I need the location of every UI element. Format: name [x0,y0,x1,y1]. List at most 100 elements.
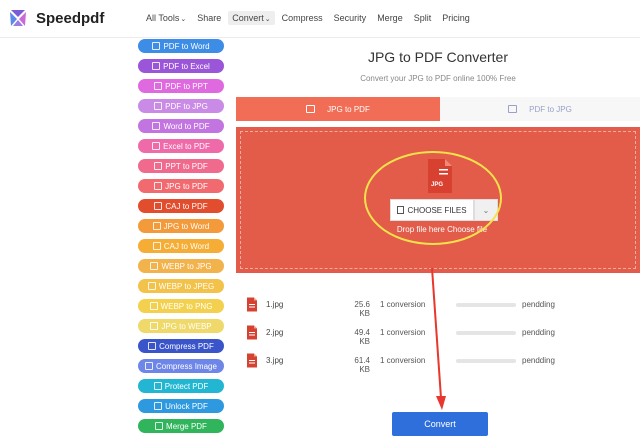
tool-icon [147,282,156,290]
sidebar-item-ppt-to-pdf[interactable]: PPT to PDF [138,159,224,173]
sidebar-item-compress-pdf[interactable]: Compress PDF [138,339,224,353]
sidebar-item-webp-to-jpeg[interactable]: WEBP to JPEG [138,279,224,293]
tool-icon [152,242,161,250]
file-size: 25.6 KB [354,300,370,318]
sidebar-item-merge-pdf[interactable]: Merge PDF [138,419,224,433]
tab-label: PDF to JPG [529,104,572,114]
file-row: 1.jpg 25.6 KB 1 conversion pendding [246,297,640,318]
nav-item-security[interactable]: Security [330,11,371,25]
nav-item-merge[interactable]: Merge [373,11,407,25]
choose-source-dropdown[interactable]: ⌄ [474,199,498,221]
file-row: 3.jpg 61.4 KB 1 conversion pendding [246,353,640,374]
sidebar-item-jpg-to-pdf[interactable]: JPG to PDF [138,179,224,193]
sidebar-item-label: CAJ to Word [163,241,210,251]
tool-icon [152,42,161,50]
choose-files-button[interactable]: CHOOSE FILES [390,199,474,221]
convert-label: Convert [424,419,456,429]
sidebar-item-label: CAJ to PDF [165,201,208,211]
nav-item-label: Merge [377,13,403,23]
file-badge: JPG [431,182,443,188]
sidebar-item-label: Unlock PDF [165,401,208,411]
speedpdf-logo-icon [10,10,26,26]
image-icon [508,105,518,113]
nav-item-pricing[interactable]: Pricing [438,11,474,25]
file-name: 2.jpg [266,328,284,337]
chevron-down-icon: ⌄ [264,16,271,23]
tab-pdf-to-jpg[interactable]: PDF to JPG [440,97,640,121]
brand-name: Speedpdf [36,9,105,27]
convert-button[interactable]: Convert [392,412,488,436]
pdf-file-icon [247,353,257,368]
file-row: 2.jpg 49.4 KB 1 conversion pendding [246,325,640,346]
file-status: pendding [522,300,555,309]
top-header: Speedpdf All Tools⌄ Share Convert⌄ Compress… [0,0,640,38]
file-conversions: 1 conversion [380,300,426,309]
sidebar-item-caj-to-pdf[interactable]: CAJ to PDF [138,199,224,213]
pdf-file-icon [247,325,257,340]
chevron-down-icon: ⌄ [180,16,187,23]
sidebar-item-pdf-to-excel[interactable]: PDF to Excel [138,59,224,73]
nav-item-compress[interactable]: Compress [278,11,327,25]
brand-logo[interactable]: Speedpdf [8,8,104,28]
progress-bar [456,303,516,307]
sidebar-item-protect-pdf[interactable]: Protect PDF [138,379,224,393]
tool-icon [154,402,163,410]
sidebar-item-label: Protect PDF [164,381,209,391]
sidebar-item-pdf-to-ppt[interactable]: PDF to PPT [138,79,224,93]
pdf-file-icon [247,297,257,312]
nav-item-label: All Tools [146,13,180,23]
nav-item-label: Security [333,13,367,23]
sidebar-item-unlock-pdf[interactable]: Unlock PDF [138,399,224,413]
sidebar-item-pdf-to-word[interactable]: PDF to Word [138,39,224,53]
document-icon [397,206,405,214]
sidebar-item-label: WEBP to PNG [160,301,213,311]
tool-icon [154,202,163,210]
tool-icon [154,82,163,90]
choose-files-label: CHOOSE FILES [407,205,467,215]
sidebar-item-webp-to-png[interactable]: WEBP to PNG [138,299,224,313]
tool-icon [145,362,154,370]
drop-hint: Drop file here Choose file [396,225,488,234]
tool-icon [152,222,161,230]
chevron-down-icon: ⌄ [482,205,490,215]
sidebar-item-compress-image[interactable]: Compress Image [138,359,224,373]
arrow-head [436,396,446,410]
progress-bar [456,359,516,363]
nav-item-label: Convert [232,13,264,23]
tool-sidebar: PDF to Word PDF to Excel PDF to PPT PDF to … [138,38,224,439]
sidebar-item-label: PDF to JPG [165,101,208,111]
nav-item-label: Pricing [442,13,470,23]
file-name: 1.jpg [266,300,284,309]
sidebar-item-jpg-to-webp[interactable]: JPG to WEBP [138,319,224,333]
sidebar-item-excel-to-pdf[interactable]: Excel to PDF [138,139,224,153]
tool-icon [152,122,161,130]
nav-item-label: Split [413,13,432,23]
page-title: JPG to PDF Converter [367,49,509,65]
tool-icon [150,262,159,270]
sidebar-item-label: PDF to Word [163,41,210,51]
file-size: 61.4 KB [354,356,370,374]
sidebar-item-label: JPG to Word [163,221,210,231]
nav-item-convert[interactable]: Convert⌄ [228,11,275,25]
sidebar-item-word-to-pdf[interactable]: Word to PDF [138,119,224,133]
nav-item-share[interactable]: Share [193,11,225,25]
file-status: pendding [522,356,555,365]
sidebar-item-jpg-to-word[interactable]: JPG to Word [138,219,224,233]
progress-bar [456,331,516,335]
sidebar-item-webp-to-jpg[interactable]: WEBP to JPG [138,259,224,273]
image-icon [306,105,316,113]
sidebar-item-label: PPT to PDF [165,161,208,171]
tab-jpg-to-pdf[interactable]: JPG to PDF [236,97,440,121]
file-conversions: 1 conversion [380,328,426,337]
sidebar-item-caj-to-word[interactable]: CAJ to Word [138,239,224,253]
nav-item-split[interactable]: Split [410,11,436,25]
tool-icon [152,62,161,70]
tool-icon [153,382,162,390]
jpg-file-icon: JPG [428,159,452,193]
tab-label: JPG to PDF [327,104,370,114]
file-conversions: 1 conversion [380,356,426,365]
sidebar-item-label: Word to PDF [163,121,210,131]
sidebar-item-pdf-to-jpg[interactable]: PDF to JPG [138,99,224,113]
sidebar-item-label: Compress PDF [159,341,214,351]
nav-item-all-tools[interactable]: All Tools⌄ [142,11,190,25]
